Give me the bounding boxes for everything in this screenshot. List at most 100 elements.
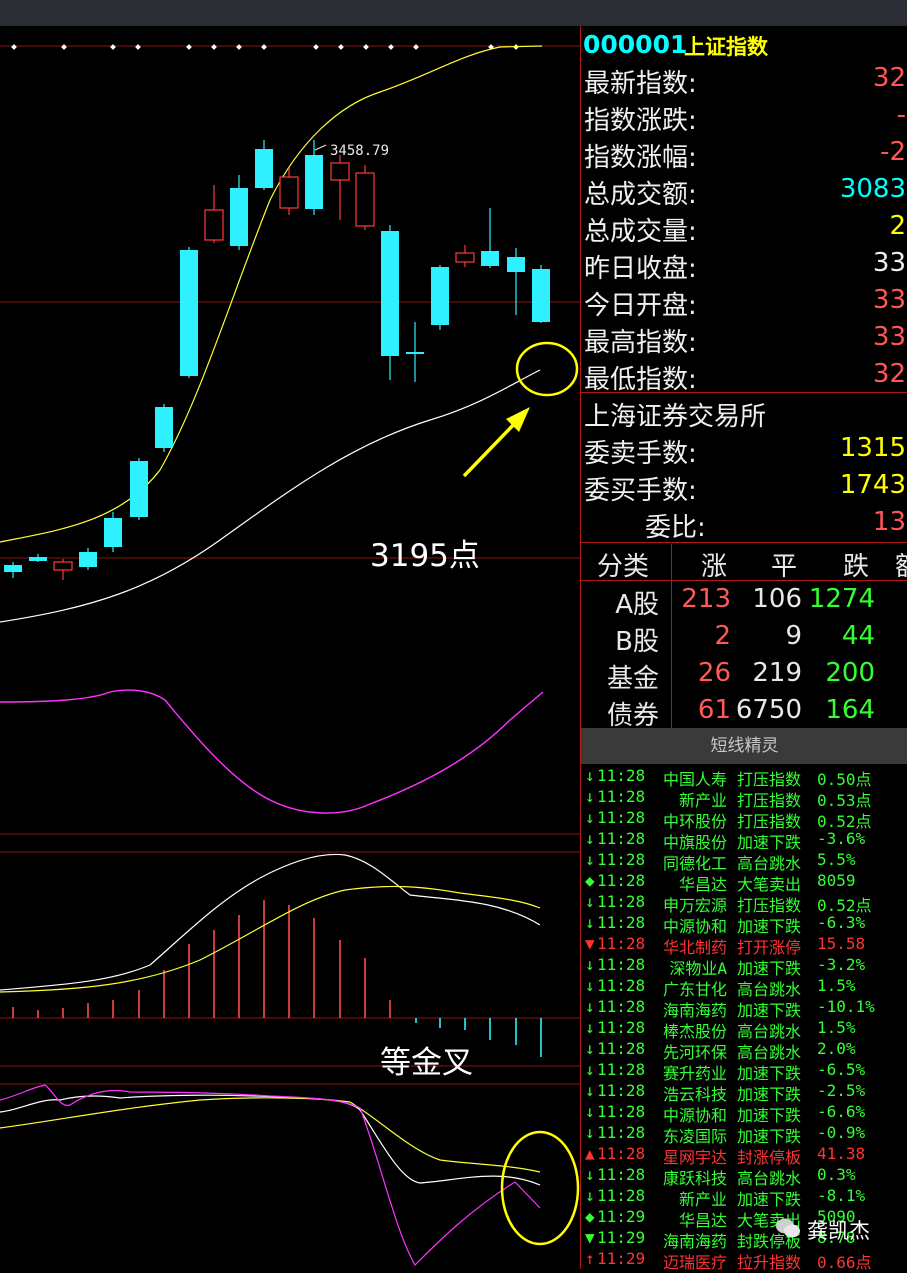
peak-price-label: 3458.79 [330, 143, 389, 159]
alert-item[interactable]: ↓ 11:28 浩云科技 加速下跌 -2.5% [585, 1081, 907, 1104]
alert-time: 11:28 [597, 976, 646, 995]
alert-icon: ↓ [585, 913, 595, 932]
kdj-d-line [0, 1097, 541, 1173]
quote-value: 3083 [839, 174, 906, 204]
breadth-row: 债券 61 6750 164 [581, 693, 907, 731]
annotation-cross-note: 等金叉 [380, 1045, 473, 1081]
alert-icon: ↓ [585, 787, 595, 806]
breadth-divider [671, 544, 672, 728]
breadth-header-cell: 跌 [843, 552, 870, 582]
alert-value: -8.1% [817, 1186, 866, 1205]
alert-time: 11:28 [597, 766, 646, 785]
candlestick [180, 247, 198, 378]
candlestick [330, 155, 350, 220]
alert-item[interactable]: ▲ 11:28 星网宇达 封涨停板 41.38 [585, 1144, 907, 1167]
alert-item[interactable]: ▼ 11:28 华北制药 打开涨停 15.58 [585, 934, 907, 957]
alert-item[interactable]: ↓ 11:28 新产业 加速下跌 -8.1% [585, 1186, 907, 1209]
quote-label: 最低指数: [584, 365, 697, 395]
alert-value: 5.5% [817, 850, 856, 869]
alert-item[interactable]: ↓ 11:28 申万宏源 打压指数 0.52点 [585, 892, 907, 915]
highlight-circle-bottom [500, 1130, 580, 1246]
breadth-cell: B股 [615, 627, 659, 657]
quote-row: 委买手数: 1743 [581, 468, 907, 506]
alert-icon: ↓ [585, 808, 595, 827]
alert-item[interactable]: ↓ 11:28 新产业 打压指数 0.53点 [585, 787, 907, 810]
quote-row: 总成交量: 2 [581, 209, 907, 247]
quote-value: - [896, 100, 906, 130]
alert-icon: ↓ [585, 1039, 595, 1058]
breadth-cell: 1274 [808, 584, 875, 614]
breadth-header-cell: 分类 [597, 552, 650, 582]
sprite-title-tab[interactable]: 短线精灵 [581, 728, 907, 764]
alert-item[interactable]: ↓ 11:28 中源协和 加速下跌 -6.3% [585, 913, 907, 936]
alert-item[interactable]: ↓ 11:28 康跃科技 高台跳水 0.3% [585, 1165, 907, 1188]
alert-item[interactable]: ↓ 11:28 深物业A 加速下跌 -3.2% [585, 955, 907, 978]
quote-row: 昨日收盘: 33 [581, 246, 907, 284]
alert-icon: ◆ [585, 1207, 595, 1226]
alert-icon: ↓ [585, 1165, 595, 1184]
alert-item[interactable]: ↓ 11:28 中源协和 加速下跌 -6.6% [585, 1102, 907, 1125]
alert-item[interactable]: ↓ 11:28 中旗股份 加速下跌 -3.6% [585, 829, 907, 852]
alert-value: 41.38 [817, 1144, 866, 1163]
quote-label: 委买手数: [584, 476, 697, 506]
alert-item[interactable]: ◆ 11:28 华昌达 大笔卖出 8059 [585, 871, 907, 894]
breadth-cell: 26 [697, 658, 731, 688]
quote-value: 32 [872, 63, 906, 93]
alert-time: 11:28 [597, 871, 646, 890]
quote-label: 最高指数: [584, 328, 697, 358]
annotation-price-point: 3195点 [370, 538, 480, 574]
alert-icon: ↓ [585, 850, 595, 869]
quote-row: 最高指数: 33 [581, 320, 907, 358]
candlestick [79, 548, 97, 570]
candlestick [255, 140, 273, 190]
candlestick [29, 554, 47, 562]
divider [581, 392, 907, 393]
alert-value: -0.9% [817, 1123, 866, 1142]
macd-dea-line [0, 885, 541, 993]
breadth-cell: 6750 [735, 695, 802, 725]
signal-marker [236, 44, 242, 50]
alert-item[interactable]: ↓ 11:28 赛升药业 加速下跌 -6.5% [585, 1060, 907, 1083]
quote-value: 1315 [839, 433, 906, 463]
alert-item[interactable]: ↓ 11:28 同德化工 高台跳水 5.5% [585, 850, 907, 873]
quote-row: 指数涨跌: - [581, 98, 907, 136]
alert-time: 11:28 [597, 1144, 646, 1163]
wechat-icon [776, 1218, 800, 1238]
alert-icon: ↓ [585, 1123, 595, 1142]
alert-item[interactable]: ↑ 11:29 迈瑞医疗 拉升指数 0.66点 [585, 1249, 907, 1272]
candlestick [104, 512, 122, 552]
breadth-header: 分类 涨 平 跌额 [581, 544, 907, 582]
alert-item[interactable]: ↓ 11:28 广东甘化 高台跳水 1.5% [585, 976, 907, 999]
alert-item[interactable]: ↓ 11:28 棒杰股份 高台跳水 1.5% [585, 1018, 907, 1041]
quote-row: 委比: 13 [581, 505, 907, 543]
candlestick [507, 248, 525, 315]
watermark-text: 龚凯杰 [807, 1219, 870, 1243]
alert-icon: ↓ [585, 997, 595, 1016]
quote-row: 总成交额: 3083 [581, 172, 907, 210]
alert-item[interactable]: ↓ 11:28 东凌国际 加速下跌 -0.9% [585, 1123, 907, 1146]
alert-item[interactable]: ↓ 11:28 先河环保 高台跳水 2.0% [585, 1039, 907, 1062]
alert-item[interactable]: ↓ 11:28 中国人寿 打压指数 0.50点 [585, 766, 907, 789]
quote-label: 总成交额: [584, 180, 697, 210]
kline-chart-area[interactable]: 3458.79 [0, 0, 580, 1269]
alert-time: 11:28 [597, 1165, 646, 1184]
candlestick [53, 559, 73, 580]
quote-label: 昨日收盘: [584, 254, 697, 284]
quote-value: 1743 [839, 470, 906, 500]
alert-item[interactable]: ↓ 11:28 海南海药 加速下跌 -10.1% [585, 997, 907, 1020]
instrument-header[interactable]: 000001 上证指数 [581, 28, 907, 62]
candlestick [305, 140, 323, 215]
indicator-magenta-line [0, 689, 544, 814]
ma-short-line [0, 45, 543, 543]
quote-value: 32 [872, 359, 906, 389]
quote-label: 今日开盘: [584, 291, 697, 321]
quote-value: 2 [889, 211, 906, 241]
alert-item[interactable]: ↓ 11:28 中环股份 打压指数 0.52点 [585, 808, 907, 831]
quote-row: 委卖手数: 1315 [581, 431, 907, 469]
breadth-cell: 44 [841, 621, 875, 651]
instrument-code: 000001 [583, 30, 688, 59]
highlight-arrow [462, 416, 522, 478]
alert-icon: ↓ [585, 1060, 595, 1079]
breadth-row: 基金 26 219 200 [581, 656, 907, 694]
candlestick [230, 175, 248, 250]
